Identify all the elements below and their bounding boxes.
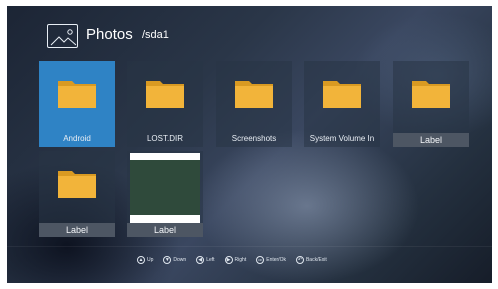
page-title: Photos (86, 26, 133, 43)
hint-label: Enter/Ok (266, 257, 286, 263)
tile-label: Label (39, 223, 115, 237)
hint-label: Down (173, 257, 187, 263)
up-icon: ▲ (137, 256, 145, 264)
hint-back: ↶ Back/Exit (295, 256, 327, 264)
folder-tile-screenshots[interactable]: Screenshots (216, 61, 292, 147)
hint-label: Left (206, 257, 215, 263)
tile-label: Android (63, 134, 91, 143)
hint-left: ◀ Left (196, 256, 215, 264)
hint-label: Up (147, 257, 154, 263)
folder-icon (323, 81, 361, 108)
photo-icon (47, 24, 78, 48)
footer-divider (7, 246, 492, 247)
folder-tile-android[interactable]: Android (39, 61, 115, 147)
ok-icon: OK (256, 256, 265, 264)
folder-icon (58, 171, 96, 198)
folder-tile-lost-dir[interactable]: LOST.DIR (127, 61, 203, 147)
remote-hints-bar: ▲ Up ▼ Down ◀ Left ▶ Right OK Enter/Ok ↶… (137, 254, 327, 266)
hint-label: Back/Exit (305, 257, 327, 263)
tile-label: Label (127, 223, 203, 237)
folder-icon (146, 81, 184, 108)
tile-label: Label (393, 133, 469, 147)
down-icon: ▼ (163, 256, 172, 264)
right-icon: ▶ (224, 256, 233, 264)
folder-tile-label[interactable]: Label (39, 151, 115, 237)
hint-right: ▶ Right (224, 256, 247, 264)
folder-icon (58, 81, 96, 108)
hint-up: ▲ Up (137, 256, 153, 264)
thumbnail-content (130, 160, 200, 215)
media-browser-screen: Photos /sda1 Android LOST.DIR Screenshot… (7, 6, 492, 283)
back-icon: ↶ (295, 256, 304, 264)
tile-label: LOST.DIR (146, 134, 183, 143)
tile-label: Screenshots (231, 134, 277, 143)
tile-label: System Volume In (309, 134, 375, 143)
image-tile-label[interactable]: Label (127, 151, 203, 237)
hint-label: Right (234, 257, 247, 263)
folder-tile-system-volume[interactable]: System Volume In (304, 61, 380, 147)
folder-icon (412, 81, 450, 108)
folder-tile-label[interactable]: Label (393, 61, 469, 147)
image-thumbnail (130, 153, 200, 223)
hint-ok: OK Enter/Ok (256, 256, 286, 264)
left-icon: ◀ (196, 256, 205, 264)
current-path: /sda1 (142, 29, 169, 41)
folder-icon (235, 81, 273, 108)
hint-down: ▼ Down (163, 256, 186, 264)
